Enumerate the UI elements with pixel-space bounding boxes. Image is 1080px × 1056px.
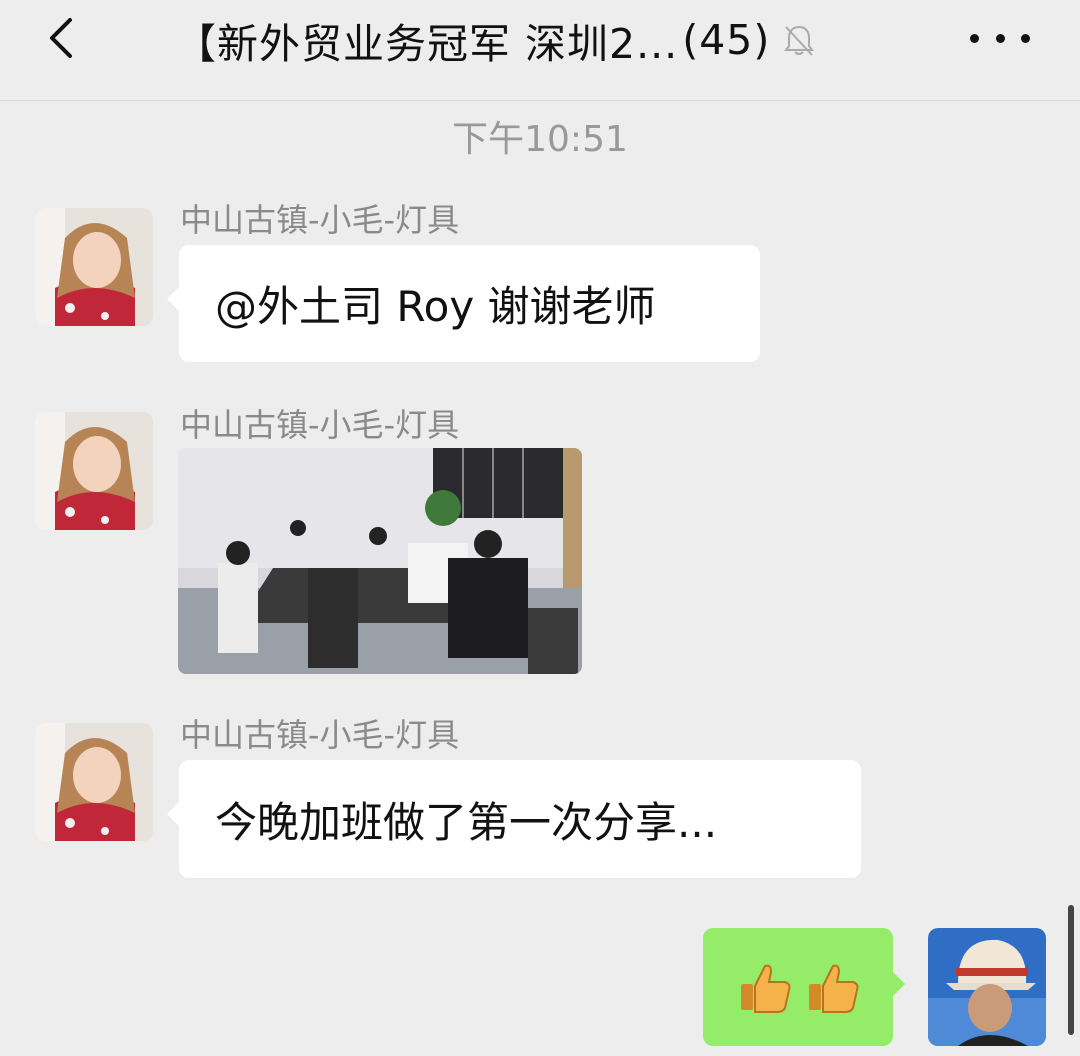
avatar[interactable]	[35, 412, 153, 530]
image-message[interactable]	[178, 448, 582, 674]
message-bubble[interactable]: @外土司 Roy 谢谢老师	[167, 245, 760, 362]
sender-name: 中山古镇-小毛-灯具	[180, 716, 460, 754]
avatar[interactable]	[35, 723, 153, 841]
message-bubble[interactable]: 今晚加班做了第一次分享...	[167, 760, 861, 878]
bell-slash-icon	[784, 25, 815, 56]
scrollbar[interactable]	[1068, 905, 1074, 1035]
message-text: 今晚加班做了第一次分享...	[215, 797, 718, 847]
thumbs-up-icon	[741, 964, 791, 1013]
avatar[interactable]	[35, 208, 153, 326]
my-avatar[interactable]	[928, 928, 1046, 1046]
chevron-left-icon[interactable]	[40, 14, 88, 62]
chat-header: 【新外贸业务冠军 深圳2... (45)	[0, 0, 1080, 101]
chat-title[interactable]: 【新外贸业务冠军 深圳2... (45)	[175, 14, 875, 68]
message-text: @外土司 Roy 谢谢老师	[215, 282, 656, 331]
sender-name: 中山古镇-小毛-灯具	[180, 406, 460, 444]
message-timestamp: 下午10:51	[452, 119, 628, 160]
sender-name: 中山古镇-小毛-灯具	[180, 201, 460, 239]
group-name: 【新外贸业务冠军 深圳2...	[175, 20, 679, 68]
my-message-bubble[interactable]	[703, 928, 905, 1046]
member-count: (45)	[682, 16, 771, 64]
thumbs-up-icon	[809, 964, 859, 1013]
ellipsis-icon[interactable]	[970, 24, 1030, 52]
